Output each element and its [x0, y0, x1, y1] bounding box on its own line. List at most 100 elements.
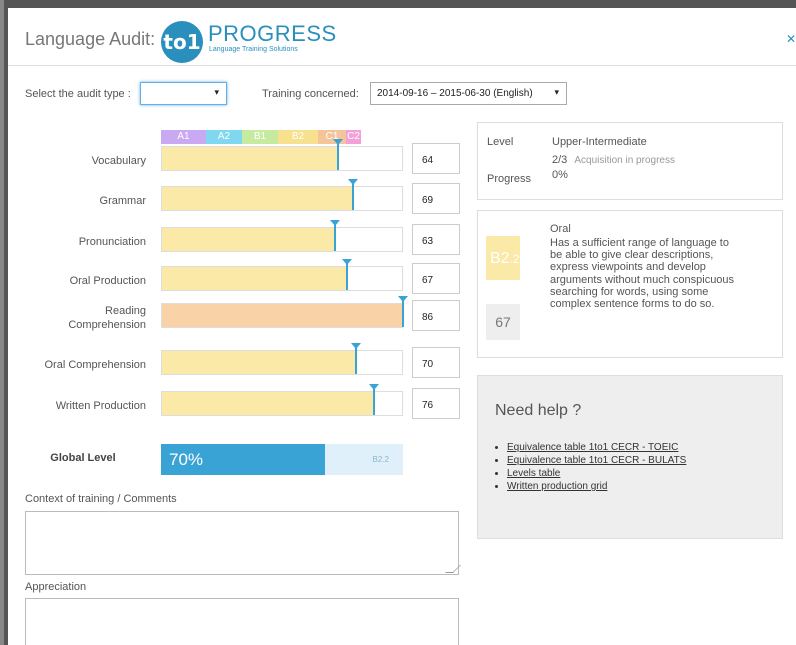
skill-label: Written Production [55, 400, 146, 412]
skill-score-input[interactable]: 86 [412, 300, 460, 331]
skill-score-input[interactable]: 67 [412, 263, 460, 294]
skill-bar-fill [162, 228, 334, 251]
help-links: Equivalence table 1to1 CECR - TOEIC Equi… [495, 442, 686, 494]
marker-triangle-icon[interactable] [369, 384, 379, 390]
skill-score-input[interactable]: 76 [412, 388, 460, 419]
logo-mark: to1 [161, 21, 203, 63]
help-link-levels[interactable]: Levels table [495, 468, 686, 479]
appreciation-label: Appreciation [25, 581, 87, 593]
skill-marker[interactable] [355, 348, 357, 374]
progress-value: 0% [552, 169, 568, 181]
oral-title: Oral [550, 223, 571, 235]
cefr-badge-main: B2 [490, 250, 510, 267]
skill-bar-fill [162, 304, 402, 327]
chevron-down-icon: ▾ [214, 87, 219, 97]
level-segment-a2: A2 [206, 130, 242, 144]
skill-bar [161, 384, 403, 416]
help-link-toeic[interactable]: Equivalence table 1to1 CECR - TOEIC [495, 442, 686, 453]
help-link-text[interactable]: Written production grid [507, 481, 607, 492]
audit-modal: Language Audit: to1 PROGRESS Language Tr… [8, 8, 796, 645]
skill-bar [161, 296, 408, 328]
level-segment-b2: B2 [278, 130, 318, 144]
appreciation-textarea[interactable] [25, 598, 459, 645]
skill-score-input[interactable]: 69 [412, 183, 460, 214]
skill-bar [161, 139, 403, 171]
global-level-bar: 70% B2.2 [161, 444, 403, 475]
help-link-text[interactable]: Equivalence table 1to1 CECR - BULATS [507, 455, 686, 466]
marker-triangle-icon[interactable] [342, 259, 352, 265]
page-scrollbar[interactable] [0, 0, 4, 645]
resize-handle-icon[interactable] [445, 565, 461, 573]
skill-marker[interactable] [373, 389, 375, 415]
context-label: Context of training / Comments [25, 493, 177, 505]
skill-bar-fill [162, 267, 346, 290]
skill-score-input[interactable]: 70 [412, 347, 460, 378]
bullet-icon [495, 458, 498, 462]
training-select[interactable]: 2014-09-16 – 2015-06-30 (English) ▾ [370, 82, 567, 105]
level-label: Level [487, 136, 514, 148]
level-panel: Level Upper-Intermediate 2/3 Acquisition… [477, 122, 783, 200]
logo-tagline: Language Training Solutions [209, 46, 298, 53]
help-title: Need help ? [495, 402, 582, 419]
context-textarea[interactable] [25, 511, 461, 575]
skill-bar [161, 179, 403, 211]
skill-label: Oral Production [69, 275, 146, 287]
skill-bar-fill [162, 147, 337, 170]
skill-bar-fill [162, 187, 352, 210]
skill-marker[interactable] [402, 301, 404, 327]
oral-description: Has a sufficient range of language to be… [550, 237, 735, 311]
bullet-icon [495, 484, 498, 488]
acquisition-text: Acquisition in progress [574, 155, 675, 166]
skill-label: Pronunciation [78, 236, 146, 248]
training-value: 2014-09-16 – 2015-06-30 (English) [377, 88, 533, 99]
help-link-grid[interactable]: Written production grid [495, 481, 686, 492]
progress-label: Progress [487, 173, 532, 185]
skill-score-input[interactable]: 64 [412, 143, 460, 174]
close-icon[interactable]: ✕ [786, 32, 796, 46]
skill-label: Reading Comprehension [68, 305, 146, 331]
level-scale: A1 A2 B1 B2 C1 C2 [161, 130, 361, 144]
level-segment-c2: C2 [346, 130, 361, 144]
skill-bar [161, 259, 403, 291]
skill-marker[interactable] [334, 225, 336, 251]
marker-triangle-icon[interactable] [398, 296, 408, 302]
skill-label: Vocabulary [91, 155, 146, 167]
skill-label: Grammar [99, 195, 146, 207]
marker-triangle-icon[interactable] [333, 139, 343, 145]
skill-marker[interactable] [352, 184, 354, 210]
skill-bar-fill [162, 392, 373, 415]
audit-type-select[interactable]: ▾ [140, 82, 227, 105]
training-label: Training concerned: [262, 88, 359, 100]
global-level-cefr: B2.2 [372, 455, 389, 464]
level-value: Upper-Intermediate [552, 136, 647, 148]
help-link-bulats[interactable]: Equivalence table 1to1 CECR - BULATS [495, 455, 686, 466]
acquisition-status: 2/3 Acquisition in progress [552, 154, 675, 166]
logo-name: PROGRESS [208, 21, 337, 46]
audit-type-label: Select the audit type : [25, 88, 131, 100]
help-link-text[interactable]: Equivalence table 1to1 CECR - TOEIC [507, 442, 678, 453]
marker-triangle-icon[interactable] [348, 179, 358, 185]
bullet-icon [495, 471, 498, 475]
skill-label: Oral Comprehension [44, 359, 147, 371]
global-level-fill: 70% [161, 444, 325, 475]
modal-header: Language Audit: to1 PROGRESS Language Tr… [8, 8, 796, 66]
skill-bar-fill [162, 351, 355, 374]
skill-marker[interactable] [346, 264, 348, 290]
global-level-label: Global Level [50, 452, 116, 464]
bullet-icon [495, 445, 498, 449]
marker-triangle-icon[interactable] [330, 220, 340, 226]
level-segment-a1: A1 [161, 130, 206, 144]
help-panel: Need help ? Equivalence table 1to1 CECR … [477, 375, 783, 539]
oral-panel: B2.2 67 Oral Has a sufficient range of l… [477, 210, 783, 358]
skill-bar [161, 343, 403, 375]
help-link-text[interactable]: Levels table [507, 468, 560, 479]
chevron-down-icon: ▾ [554, 87, 559, 97]
skill-bar [161, 220, 403, 252]
modal-title: Language Audit: [25, 29, 156, 49]
oral-score: 67 [486, 304, 520, 340]
level-segment-b1: B1 [242, 130, 278, 144]
marker-triangle-icon[interactable] [351, 343, 361, 349]
skill-marker[interactable] [337, 144, 339, 170]
cefr-badge-sub: .2 [509, 252, 520, 266]
skill-score-input[interactable]: 63 [412, 224, 460, 255]
